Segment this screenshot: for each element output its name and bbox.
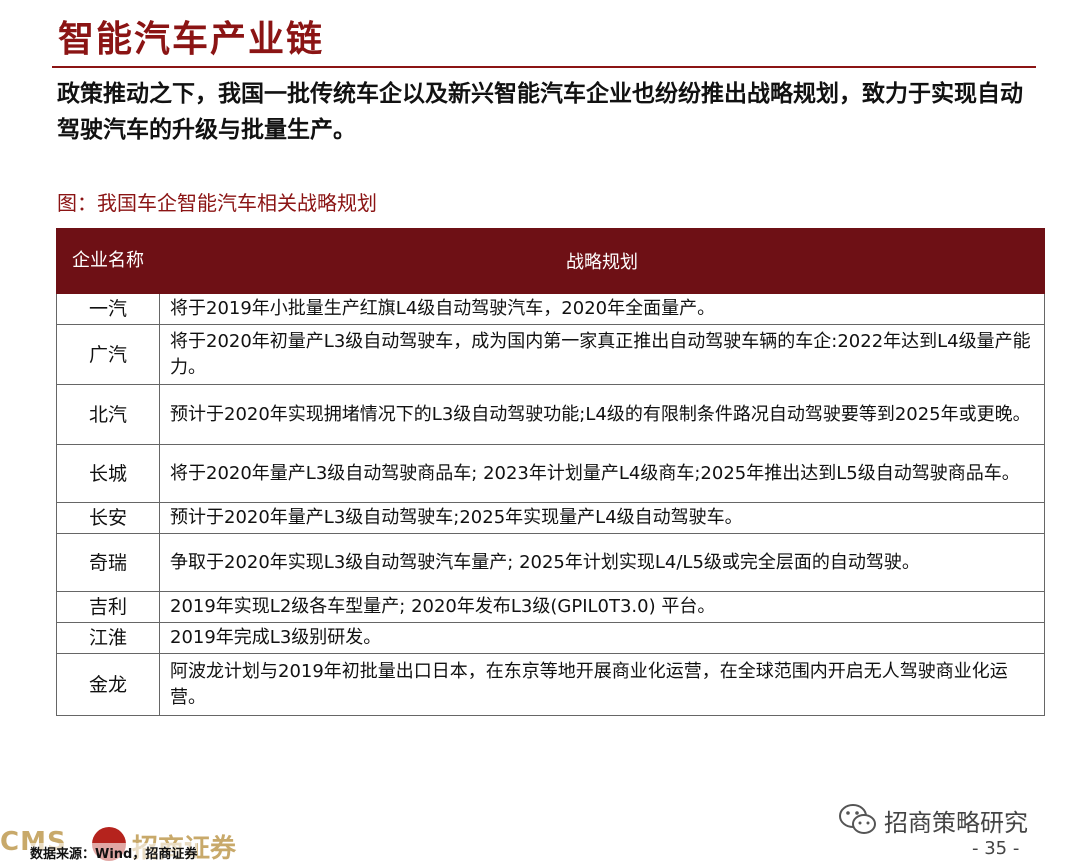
wechat-account-name: 招商策略研究 <box>884 808 1028 837</box>
header-company: 企业名称 <box>56 228 160 294</box>
intro-paragraph: 政策推动之下，我国一批传统车企以及新兴智能汽车企业也纷纷推出战略规划，致力于实现… <box>57 81 1023 143</box>
company-cell: 长安 <box>56 502 160 534</box>
page-title: 智能汽车产业链 <box>58 18 325 60</box>
company-cell: 北汽 <box>56 384 160 445</box>
title-divider <box>52 66 1036 68</box>
table-row: 金龙 阿波龙计划与2019年初批量出口日本，在东京等地开展商业化运营，在全球范围… <box>56 653 1045 716</box>
company-cell: 长城 <box>56 444 160 503</box>
table-row: 北汽 预计于2020年实现拥堵情况下的L3级自动驾驶功能;L4级的有限制条件路况… <box>56 384 1045 445</box>
table-row: 一汽 将于2019年小批量生产红旗L4级自动驾驶汽车，2020年全面量产。 <box>56 293 1045 325</box>
company-cell: 奇瑞 <box>56 533 160 592</box>
strategy-cell: 阿波龙计划与2019年初批量出口日本，在东京等地开展商业化运营，在全球范围内开启… <box>159 653 1045 716</box>
company-cell: 广汽 <box>56 324 160 385</box>
table-row: 江淮 2019年完成L3级别研发。 <box>56 622 1045 654</box>
strategy-table: 企业名称 战略规划 一汽 将于2019年小批量生产红旗L4级自动驾驶汽车，202… <box>56 228 1045 716</box>
table-header-row: 企业名称 战略规划 <box>56 228 1045 294</box>
company-cell: 江淮 <box>56 622 160 654</box>
table-row: 吉利 2019年实现L2级各车型量产; 2020年发布L3级(GPIL0T3.0… <box>56 591 1045 623</box>
strategy-cell: 将于2020年初量产L3级自动驾驶车，成为国内第一家真正推出自动驾驶车辆的车企:… <box>159 324 1045 385</box>
table-row: 奇瑞 争取于2020年实现L3级自动驾驶汽车量产; 2025年计划实现L4/L5… <box>56 533 1045 592</box>
company-cell: 一汽 <box>56 293 160 325</box>
strategy-cell: 争取于2020年实现L3级自动驾驶汽车量产; 2025年计划实现L4/L5级或完… <box>159 533 1045 592</box>
table-row: 广汽 将于2020年初量产L3级自动驾驶车，成为国内第一家真正推出自动驾驶车辆的… <box>56 324 1045 385</box>
company-cell: 吉利 <box>56 591 160 623</box>
table-row: 长安 预计于2020年量产L3级自动驾驶车;2025年实现量产L4级自动驾驶车。 <box>56 502 1045 534</box>
company-cell: 金龙 <box>56 653 160 716</box>
page-number: - 35 - <box>972 838 1020 859</box>
table-row: 长城 将于2020年量产L3级自动驾驶商品车; 2023年计划量产L4级商车;2… <box>56 444 1045 503</box>
wechat-account: 招商策略研究 <box>838 800 1028 840</box>
data-source-note: 数据来源：Wind，招商证券 <box>30 843 198 862</box>
strategy-cell: 预计于2020年实现拥堵情况下的L3级自动驾驶功能;L4级的有限制条件路况自动驾… <box>159 384 1045 445</box>
wechat-icon <box>839 804 876 834</box>
strategy-cell: 2019年实现L2级各车型量产; 2020年发布L3级(GPIL0T3.0) 平… <box>159 591 1045 623</box>
strategy-cell: 将于2019年小批量生产红旗L4级自动驾驶汽车，2020年全面量产。 <box>159 293 1045 325</box>
strategy-cell: 预计于2020年量产L3级自动驾驶车;2025年实现量产L4级自动驾驶车。 <box>159 502 1045 534</box>
figure-caption: 图：我国车企智能汽车相关战略规划 <box>57 191 377 215</box>
strategy-cell: 2019年完成L3级别研发。 <box>159 622 1045 654</box>
strategy-cell: 将于2020年量产L3级自动驾驶商品车; 2023年计划量产L4级商车;2025… <box>159 444 1045 503</box>
header-strategy: 战略规划 <box>159 228 1045 294</box>
